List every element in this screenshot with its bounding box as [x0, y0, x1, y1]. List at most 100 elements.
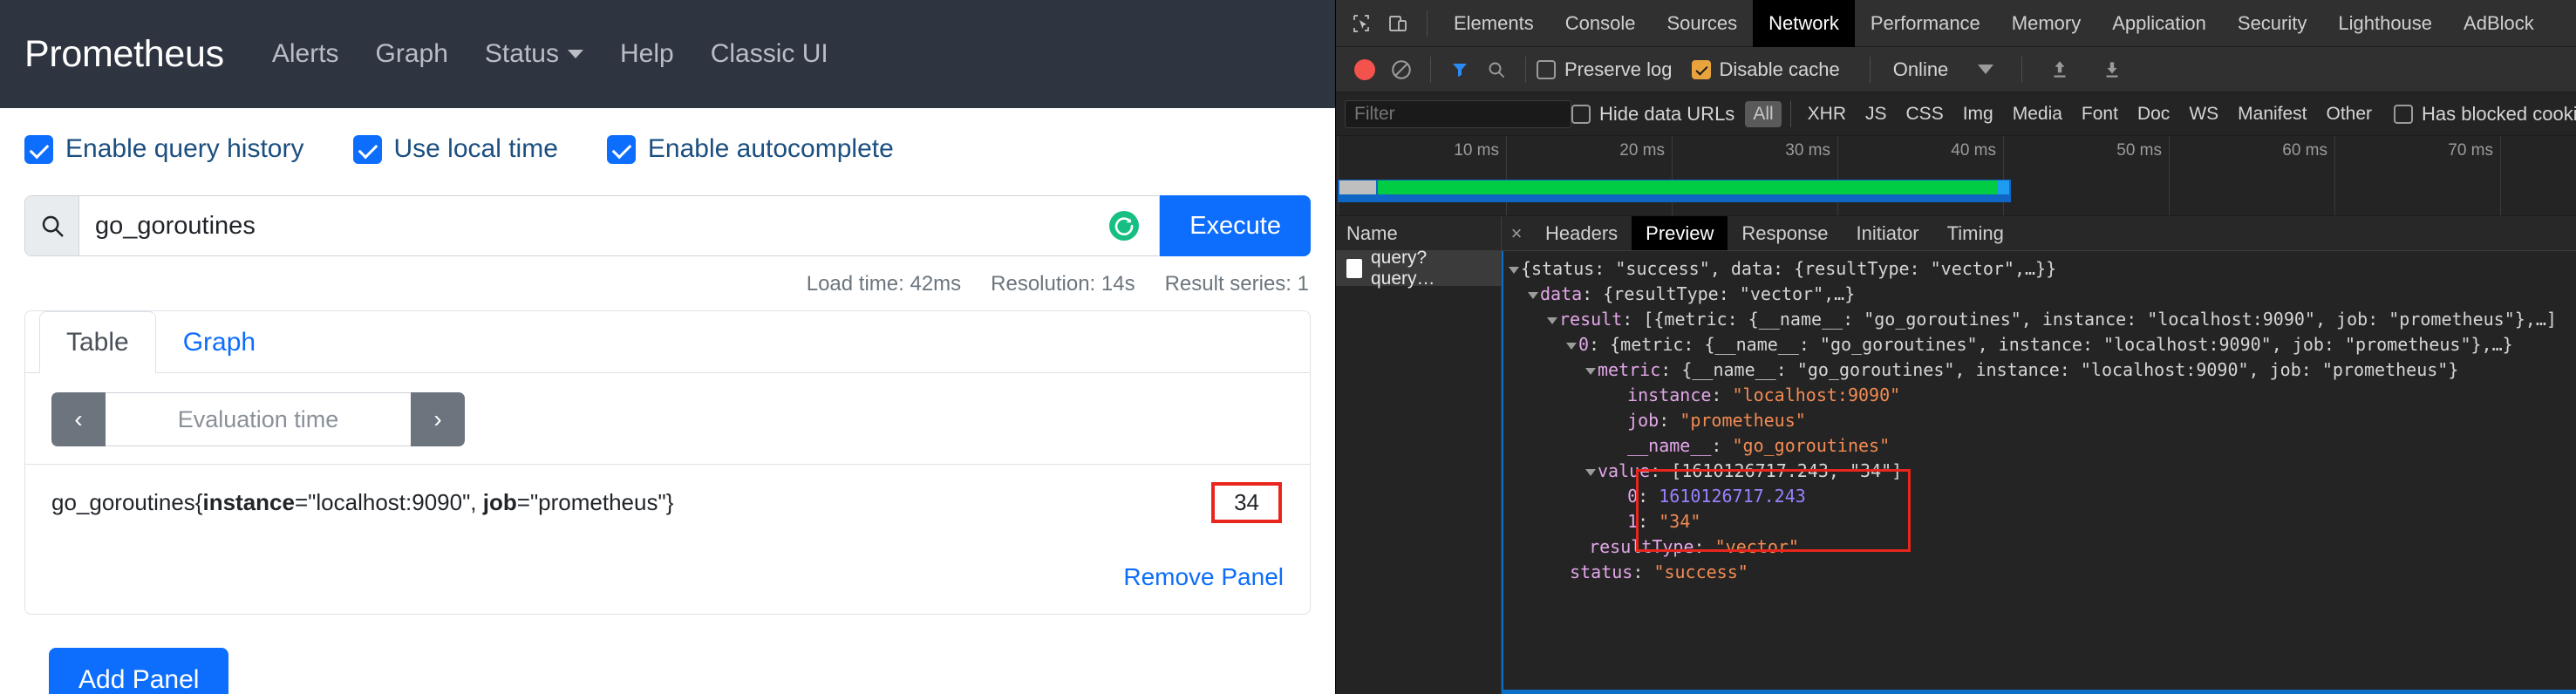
close-icon[interactable]: × — [1502, 216, 1531, 250]
disclosure-triangle-icon[interactable] — [1547, 316, 1557, 324]
devtools-tab-memory[interactable]: Memory — [1996, 0, 2096, 47]
json-line[interactable]: result: [{metric: {__name__: "go_gorouti… — [1503, 307, 2576, 332]
json-line[interactable]: 1: "34" — [1503, 509, 2576, 534]
query-input[interactable] — [79, 196, 1160, 255]
resource-type-media[interactable]: Media — [2005, 101, 2070, 127]
search-icon[interactable] — [1478, 51, 1515, 88]
resource-type-font[interactable]: Font — [2074, 101, 2126, 127]
table-row[interactable]: go_goroutines{instance="localhost:9090",… — [25, 464, 1310, 541]
disclosure-triangle-icon[interactable] — [1528, 291, 1538, 299]
tab-graph[interactable]: Graph — [156, 311, 283, 373]
list-item[interactable]: query?query… — [1336, 248, 1501, 289]
json-line[interactable]: resultType: "vector" — [1503, 534, 2576, 560]
detail-tab-response[interactable]: Response — [1728, 216, 1842, 250]
execute-button[interactable]: Execute — [1160, 195, 1311, 256]
option-use-local-time[interactable]: Use local time — [352, 134, 558, 164]
option-enable-autocomplete[interactable]: Enable autocomplete — [606, 134, 894, 164]
json-line[interactable]: job: "prometheus" — [1503, 408, 2576, 433]
network-filter-bar: Hide data URLs All XHR JS CSS Img Media … — [1336, 92, 2576, 136]
resource-type-manifest[interactable]: Manifest — [2230, 101, 2314, 127]
preserve-log-box-icon[interactable] — [1537, 59, 1556, 79]
chevron-left-icon[interactable]: ‹ — [51, 392, 106, 446]
filter-divider — [1789, 100, 1791, 127]
throttling-caret[interactable] — [1960, 65, 2011, 74]
detail-tab-headers[interactable]: Headers — [1531, 216, 1632, 250]
disclosure-triangle-icon[interactable] — [1585, 367, 1596, 375]
devtools-tab-console[interactable]: Console — [1550, 0, 1652, 47]
resource-type-all[interactable]: All — [1745, 100, 1782, 127]
timeline-tick-40ms: 40 ms — [1951, 141, 1996, 160]
hide-data-urls-checkbox[interactable]: Hide data URLs — [1571, 103, 1734, 126]
resource-type-img[interactable]: Img — [1955, 101, 2001, 127]
devtools-tab-performance[interactable]: Performance — [1855, 0, 1996, 47]
nav-link-alerts[interactable]: Alerts — [272, 39, 339, 69]
disclosure-triangle-icon[interactable] — [1585, 468, 1596, 476]
resource-type-js[interactable]: JS — [1857, 101, 1895, 127]
disclosure-triangle-icon[interactable] — [1509, 266, 1519, 274]
requests-column-header[interactable]: Name — [1336, 216, 1501, 251]
filter-icon[interactable] — [1441, 51, 1478, 88]
detail-tab-preview[interactable]: Preview — [1632, 216, 1728, 250]
evaluation-time-input[interactable]: Evaluation time — [106, 392, 411, 446]
resource-type-other[interactable]: Other — [2319, 101, 2381, 127]
add-panel-button[interactable]: Add Panel — [49, 648, 229, 694]
filter-input[interactable] — [1345, 99, 1571, 128]
record-button-icon[interactable] — [1346, 51, 1383, 88]
detail-tab-timing[interactable]: Timing — [1933, 216, 2018, 250]
disable-cache-box-icon[interactable] — [1691, 59, 1711, 79]
devtools-tab-lighthouse[interactable]: Lighthouse — [2322, 0, 2448, 47]
has-blocked-cookies-box-icon[interactable] — [2394, 104, 2414, 124]
devtools-tab-security[interactable]: Security — [2222, 0, 2322, 47]
export-har-icon[interactable] — [2094, 51, 2130, 88]
has-blocked-cookies-checkbox[interactable]: Has blocked cookies — [2394, 103, 2576, 126]
hide-data-urls-label: Hide data URLs — [1599, 102, 1735, 125]
option-enable-query-history[interactable]: Enable query history — [24, 134, 304, 164]
json-line[interactable]: __name__: "go_goroutines" — [1503, 433, 2576, 459]
network-overview-timeline[interactable]: 10 ms 20 ms 30 ms 40 ms 50 ms 60 ms 70 m… — [1336, 136, 2576, 216]
devtools-tab-adblock[interactable]: AdBlock — [2448, 0, 2550, 47]
devtools-panel: Elements Console Sources Network Perform… — [1335, 0, 2576, 694]
json-line[interactable]: {status: "success", data: {resultType: "… — [1503, 256, 2576, 282]
preview-json-viewer[interactable]: {status: "success", data: {resultType: "… — [1502, 251, 2576, 694]
json-token: "localhost:9090" — [1732, 384, 1901, 405]
nav-link-classic-ui[interactable]: Classic UI — [711, 39, 828, 69]
resource-type-ws[interactable]: WS — [2181, 101, 2226, 127]
json-tree[interactable]: {status: "success", data: {resultType: "… — [1503, 256, 2576, 585]
nav-link-status[interactable]: Status — [485, 39, 583, 69]
resource-type-css[interactable]: CSS — [1898, 101, 1952, 127]
json-line[interactable]: status: "success" — [1503, 560, 2576, 585]
json-line[interactable]: value: [1610126717.243, "34"] — [1503, 459, 2576, 484]
json-line[interactable]: 0: {metric: {__name__: "go_goroutines", … — [1503, 332, 2576, 357]
checkbox-enable-query-history[interactable] — [24, 134, 53, 164]
devtools-tab-application[interactable]: Application — [2096, 0, 2222, 47]
tab-table[interactable]: Table — [39, 311, 156, 373]
resource-type-doc[interactable]: Doc — [2130, 101, 2177, 127]
json-line[interactable]: metric: {__name__: "go_goroutines", inst… — [1503, 357, 2576, 383]
nav-link-graph[interactable]: Graph — [376, 39, 448, 69]
throttling-select[interactable]: Online — [1881, 58, 1961, 81]
resource-type-xhr[interactable]: XHR — [1800, 101, 1854, 127]
checkbox-use-local-time[interactable] — [352, 134, 382, 164]
json-line[interactable]: instance: "localhost:9090" — [1503, 383, 2576, 408]
hide-data-urls-box-icon[interactable] — [1571, 104, 1591, 124]
clear-button-icon[interactable] — [1383, 51, 1420, 88]
json-line[interactable]: 0: 1610126717.243 — [1503, 484, 2576, 509]
remove-panel-link[interactable]: Remove Panel — [1123, 563, 1284, 590]
chevron-right-icon[interactable]: › — [411, 392, 465, 446]
nav-link-alerts-label: Alerts — [271, 39, 339, 68]
device-toolbar-icon[interactable] — [1380, 5, 1416, 42]
prometheus-brand[interactable]: Prometheus — [24, 33, 224, 76]
devtools-tab-elements[interactable]: Elements — [1438, 0, 1550, 47]
disclosure-triangle-icon[interactable] — [1566, 342, 1577, 350]
json-line[interactable]: data: {resultType: "vector",…} — [1503, 282, 2576, 307]
nav-link-help[interactable]: Help — [620, 39, 674, 69]
devtools-tab-network[interactable]: Network — [1753, 0, 1855, 47]
import-har-icon[interactable] — [2041, 51, 2078, 88]
devtools-tab-sources[interactable]: Sources — [1651, 0, 1753, 47]
preserve-log-checkbox[interactable]: Preserve log — [1537, 58, 1673, 81]
inspect-element-icon[interactable] — [1343, 5, 1380, 42]
screenshot-root: Prometheus Alerts Graph Status Help Clas… — [0, 0, 2576, 694]
disable-cache-checkbox[interactable]: Disable cache — [1691, 58, 1840, 81]
checkbox-enable-autocomplete[interactable] — [606, 134, 636, 164]
detail-tab-initiator[interactable]: Initiator — [1842, 216, 1932, 250]
